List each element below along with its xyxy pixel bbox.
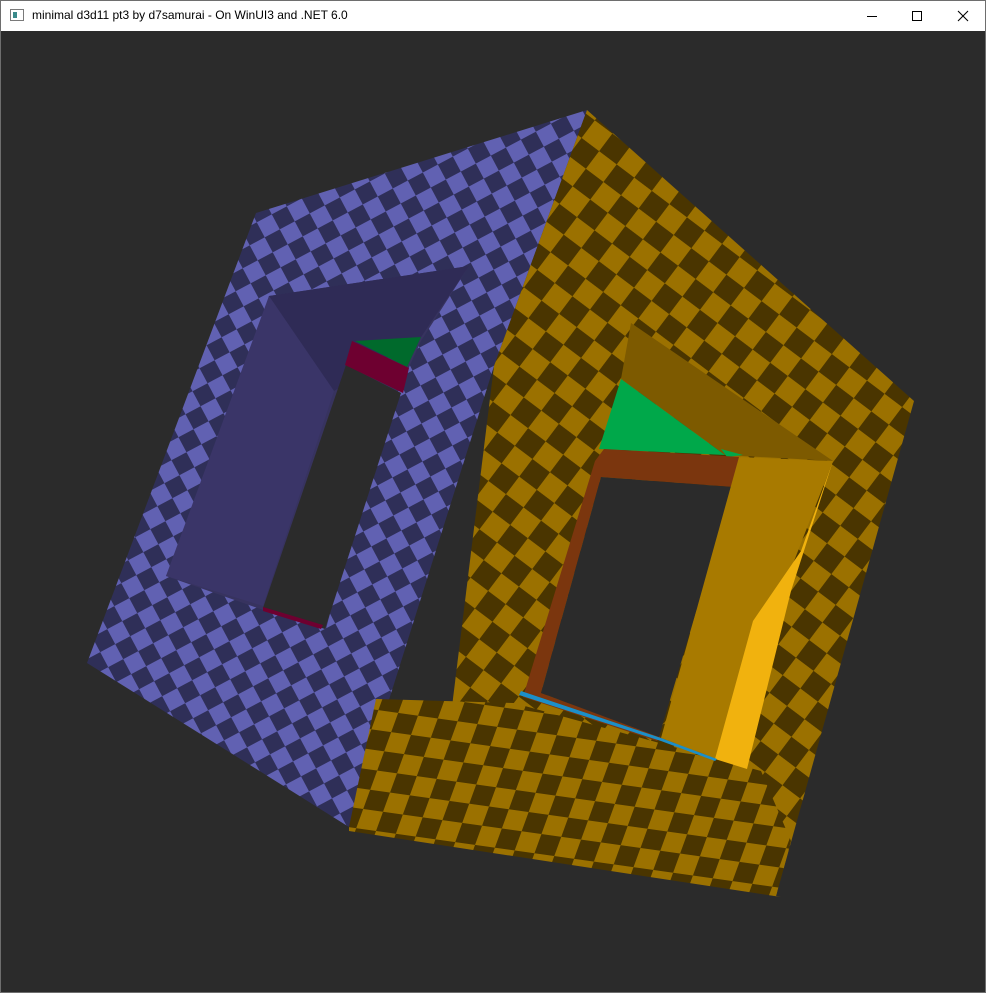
render-viewport[interactable] (1, 31, 985, 992)
cube-scene (87, 110, 914, 897)
minimize-button[interactable] (849, 1, 895, 31)
window-title: minimal d3d11 pt3 by d7samurai - On WinU… (32, 8, 348, 22)
app-window: minimal d3d11 pt3 by d7samurai - On WinU… (0, 0, 986, 993)
close-button[interactable] (940, 1, 985, 31)
maximize-button[interactable] (894, 1, 940, 31)
close-icon (957, 10, 969, 22)
maximize-icon (912, 11, 922, 21)
title-bar[interactable]: minimal d3d11 pt3 by d7samurai - On WinU… (1, 1, 985, 31)
minimize-icon (867, 16, 877, 17)
app-window-icon (10, 9, 24, 21)
